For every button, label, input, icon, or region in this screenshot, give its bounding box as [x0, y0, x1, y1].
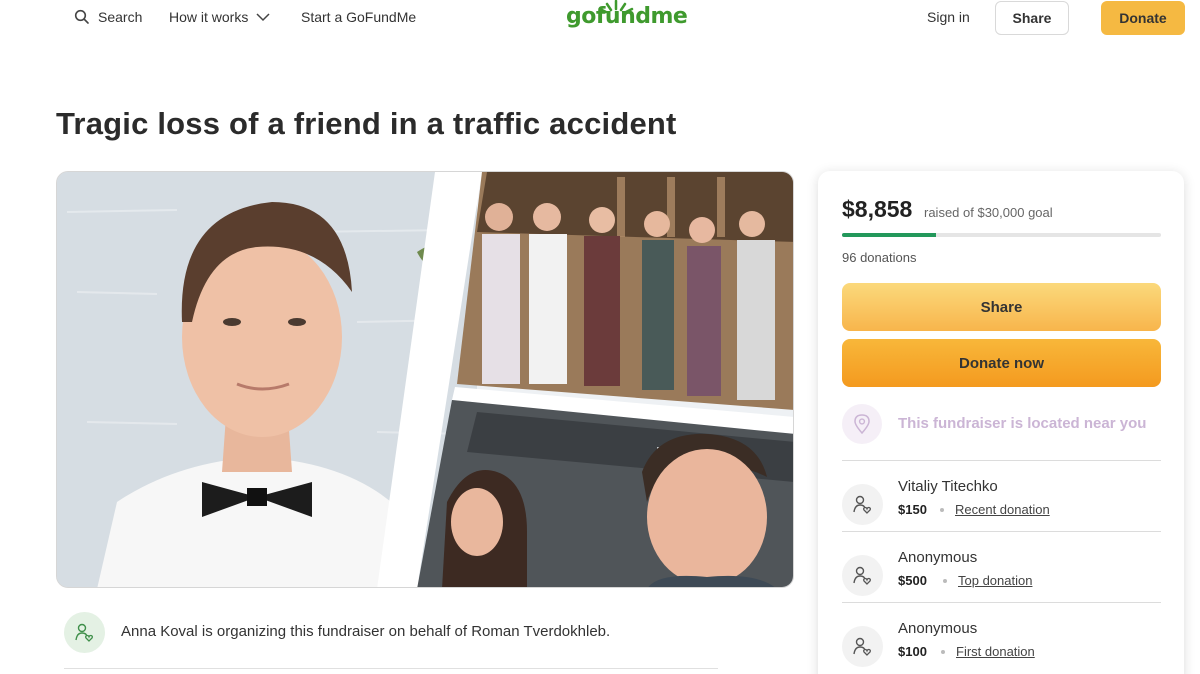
share-button[interactable]: Share [842, 283, 1161, 331]
divider [842, 460, 1161, 461]
location-text: This fundraiser is located near you [898, 415, 1147, 432]
donation-tag-link[interactable]: Top donation [958, 573, 1032, 588]
donor-avatar [842, 484, 883, 525]
divider [64, 668, 718, 669]
separator-dot [943, 579, 947, 583]
search-icon [74, 9, 89, 24]
organizer-text: Anna Koval is organizing this fundraiser… [121, 623, 611, 640]
donation-tag-link[interactable]: Recent donation [955, 502, 1050, 517]
people-heart-icon [852, 637, 871, 656]
divider [842, 531, 1161, 532]
campaign-photo[interactable] [56, 171, 794, 588]
start-gofundme-link[interactable]: Start a GoFundMe [301, 9, 416, 25]
donor-avatar [842, 555, 883, 596]
donation-item: Anonymous $100 First donation [842, 620, 1161, 674]
separator-dot [941, 650, 945, 654]
divider [842, 602, 1161, 603]
donor-avatar [842, 626, 883, 667]
progress-bar-fill [842, 233, 937, 237]
donation-tag-link[interactable]: First donation [956, 644, 1035, 659]
donation-amount: $100 [898, 644, 927, 659]
donor-name: Anonymous [898, 549, 978, 566]
chevron-down-icon [256, 13, 270, 22]
header-share-button[interactable]: Share [995, 1, 1069, 35]
donate-now-button[interactable]: Donate now [842, 339, 1161, 387]
search-label: Search [98, 9, 143, 25]
raised-goal: raised of $30,000 goal [924, 205, 1053, 220]
page-title: Tragic loss of a friend in a traffic acc… [56, 106, 677, 141]
donation-amount: $500 [898, 573, 927, 588]
donor-name: Vitaliy Titechko [898, 478, 998, 495]
sign-in-link[interactable]: Sign in [927, 9, 970, 25]
donor-name: Anonymous [898, 620, 978, 637]
donation-amount: $150 [898, 502, 927, 517]
how-it-works-menu[interactable]: How it works [169, 9, 270, 25]
donation-count: 96 donations [842, 250, 917, 265]
organizer-avatar [64, 612, 105, 653]
top-nav: Search How it works Start a GoFundMe gof… [0, 0, 1200, 40]
raised-amount: $8,858 [842, 196, 913, 222]
start-gofundme-label: Start a GoFundMe [301, 9, 417, 25]
people-heart-icon [852, 566, 871, 585]
location-badge [842, 404, 882, 444]
people-heart-icon [74, 623, 93, 642]
separator-dot [940, 508, 944, 512]
donation-sidebar: $8,858 raised of $30,000 goal 96 donatio… [818, 171, 1184, 674]
donation-item: Anonymous $500 Top donation [842, 549, 1161, 609]
search-link[interactable]: Search [74, 9, 142, 25]
progress-bar [842, 233, 1161, 237]
donation-item: Vitaliy Titechko $150 Recent donation [842, 478, 1161, 538]
gofundme-logo[interactable]: gofundme [566, 4, 688, 29]
header-donate-button[interactable]: Donate [1101, 1, 1185, 35]
location-pin-icon [854, 414, 870, 434]
how-it-works-label: How it works [169, 9, 249, 25]
people-heart-icon [852, 495, 871, 514]
